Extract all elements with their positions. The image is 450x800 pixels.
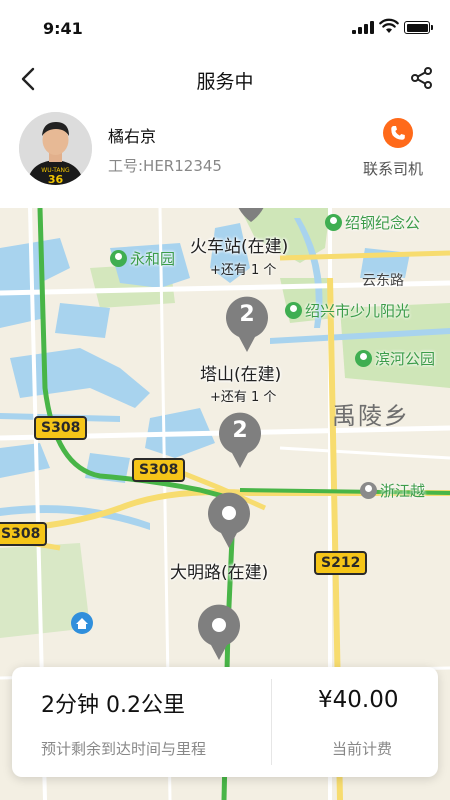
fee-caption: 当前计费 [332,740,393,758]
poi-yonghe[interactable]: 永和园 [110,248,175,269]
station-more-label: +还有 1 个 [210,390,277,405]
road-label: 云东路 [362,273,404,289]
station-label[interactable]: 火车站(在建) [190,232,288,257]
phone-icon [391,126,405,140]
station-label[interactable]: 塔山(在建) [200,360,281,385]
station-cluster-marker[interactable]: 2 [217,410,263,468]
station-marker[interactable] [196,602,242,660]
call-driver-button[interactable] [383,118,413,148]
signal-icon [352,21,374,34]
current-fee: ¥40.00 [318,687,399,713]
battery-icon [404,21,433,34]
eta-caption: 预计剩余到达时间与里程 [41,740,207,758]
call-driver-label[interactable]: 联系司机 [363,158,423,179]
poi-shaogang[interactable]: 绍钢纪念公 [325,212,420,233]
station-marker[interactable] [206,490,252,548]
svg-text:36: 36 [48,173,64,185]
road-shield: S308 [34,416,88,440]
map-pin-partial [238,208,264,222]
wifi-icon [379,18,399,33]
page-title: 服务中 [196,71,254,93]
station-cluster-marker[interactable]: 2 [224,294,270,352]
road-shield: S308 [0,522,48,546]
nav-bar: 服务中 [0,56,450,102]
poi-binhe[interactable]: 滨河公园 [355,348,435,369]
driver-employee-id: 工号:HER12345 [108,157,222,175]
station-label[interactable]: 大明路(在建) [170,558,268,583]
trip-info-card: 2分钟 0.2公里 预计剩余到达时间与里程 ¥40.00 当前计费 [12,667,438,777]
poi-zhewang[interactable]: 浙江越 [360,480,425,501]
share-icon[interactable] [410,66,434,90]
status-bar: 9:41 [0,0,450,56]
area-label: 禹陵乡 [332,402,410,430]
poi-shaoxing-youth[interactable]: 绍兴市少儿阳光 [285,300,410,321]
road-shield: S212 [314,551,368,575]
avatar: WU-TANG 36 [19,112,92,185]
driver-card: WU-TANG 36 橘右京 工号:HER12345 联系司机 [0,104,450,208]
eta-distance: 2分钟 0.2公里 [41,693,185,718]
status-time: 9:41 [43,19,83,38]
driver-name: 橘右京 [108,127,157,146]
station-more-label: +还有 1 个 [210,263,277,278]
road-shield: S308 [132,458,186,482]
card-divider [271,679,272,765]
